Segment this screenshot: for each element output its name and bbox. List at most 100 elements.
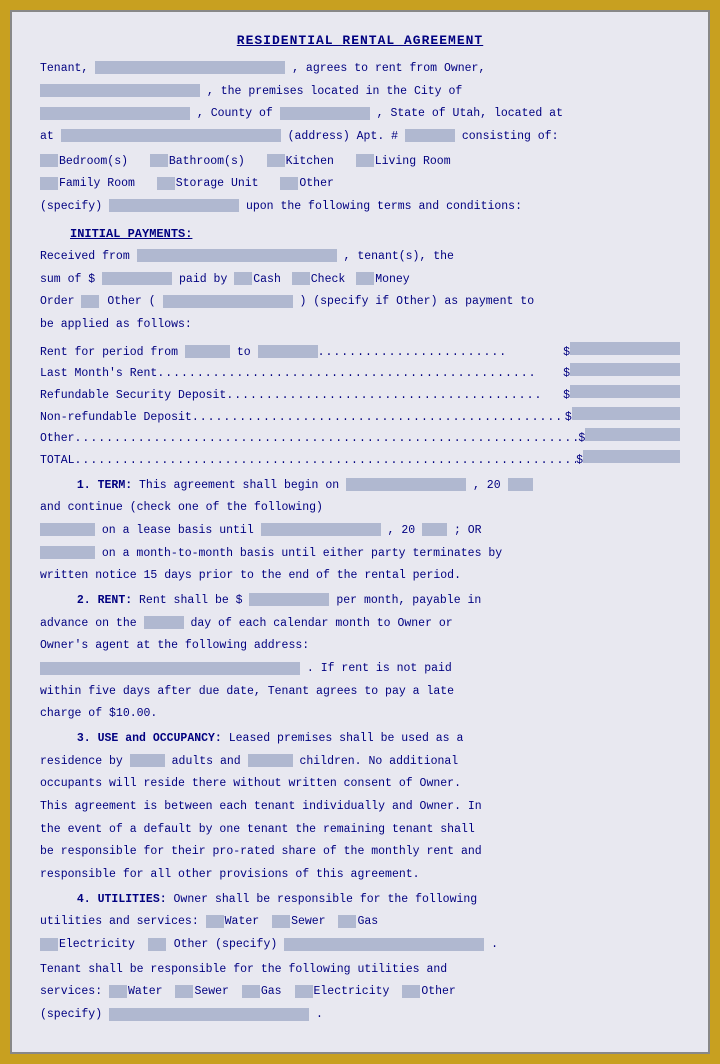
rent-line5: within five days after due date, Tenant … bbox=[40, 684, 680, 701]
rent-line3: Owner's agent at the following address: bbox=[40, 638, 680, 655]
following-terms: upon the following terms and conditions: bbox=[246, 200, 522, 213]
water1-checkbox[interactable] bbox=[206, 915, 224, 928]
last-months-input[interactable] bbox=[570, 363, 680, 376]
electricity2-checkbox[interactable] bbox=[295, 985, 313, 998]
sewer1-label: Sewer bbox=[291, 915, 326, 928]
storage-checkbox[interactable] bbox=[157, 177, 175, 190]
other-utilities1-input[interactable] bbox=[284, 938, 484, 951]
tenant-name-input[interactable] bbox=[95, 61, 285, 74]
rent-amount-input[interactable] bbox=[570, 342, 680, 355]
dots2: ........................................… bbox=[157, 366, 563, 383]
owner-address-input[interactable] bbox=[40, 662, 300, 675]
utilities-section: 4. UTILITIES: Owner shall be responsible… bbox=[40, 892, 680, 954]
per-month-label: per month, payable in bbox=[336, 594, 481, 607]
tenant-util-line3: (specify) . bbox=[40, 1007, 680, 1024]
other-utilities1-checkbox[interactable] bbox=[148, 938, 166, 951]
tenant-received-input[interactable] bbox=[137, 249, 337, 262]
sewer2-label: Sewer bbox=[194, 985, 229, 998]
bathroom-label: Bathroom(s) bbox=[169, 155, 245, 168]
tenants-label: , tenant(s), the bbox=[344, 250, 454, 263]
children-input[interactable] bbox=[248, 754, 293, 767]
rent-line4: . If rent is not paid bbox=[40, 661, 680, 678]
term-section: 1. TERM: This agreement shall begin on ,… bbox=[40, 478, 680, 585]
rent-period-row: Rent for period from to ................… bbox=[40, 342, 680, 362]
sewer1-checkbox[interactable] bbox=[272, 915, 290, 928]
lease-until-input[interactable] bbox=[261, 523, 381, 536]
received-label: Received from bbox=[40, 250, 130, 263]
use-heading: 3. USE and OCCUPANCY: bbox=[77, 732, 222, 745]
day-input[interactable] bbox=[144, 616, 184, 629]
address-input[interactable] bbox=[61, 129, 281, 142]
sum-input[interactable] bbox=[102, 272, 172, 285]
rental-agreement-page: RESIDENTIAL RENTAL AGREEMENT Tenant, , a… bbox=[10, 10, 710, 1054]
or-text: ; OR bbox=[454, 524, 482, 537]
lease-basis-label: on a lease basis until bbox=[102, 524, 254, 537]
other2-tenant-label: Other bbox=[421, 985, 456, 998]
city-line: , County of , State of Utah, located at bbox=[40, 106, 680, 123]
rent-heading: 2. RENT: bbox=[77, 594, 132, 607]
owner-name-input[interactable] bbox=[40, 84, 200, 97]
county-input[interactable] bbox=[280, 107, 370, 120]
other-specify-input[interactable] bbox=[109, 199, 239, 212]
sewer2-checkbox[interactable] bbox=[175, 985, 193, 998]
tenant-util-line1: Tenant shall be responsible for the foll… bbox=[40, 962, 680, 979]
use-line4: This agreement is between each tenant in… bbox=[40, 799, 680, 816]
sum-label: sum of $ bbox=[40, 273, 95, 286]
security-input[interactable] bbox=[570, 385, 680, 398]
lease-year-input[interactable] bbox=[422, 523, 447, 536]
received-section: Received from , tenant(s), the sum of $ … bbox=[40, 249, 680, 334]
family-room-checkbox[interactable] bbox=[40, 177, 58, 190]
electricity1-checkbox[interactable] bbox=[40, 938, 58, 951]
term-begin-input[interactable] bbox=[346, 478, 466, 491]
other-checkbox[interactable] bbox=[280, 177, 298, 190]
living-room-checkbox[interactable] bbox=[356, 154, 374, 167]
total-dollar: $ bbox=[576, 453, 583, 470]
rent-section: 2. RENT: Rent shall be $ per month, paya… bbox=[40, 593, 680, 723]
order-line: Order Other ( ) (specify if Other) as pa… bbox=[40, 294, 680, 311]
electricity2-label: Electricity bbox=[314, 985, 390, 998]
rent-dollar: $ bbox=[563, 345, 570, 362]
money-checkbox[interactable] bbox=[356, 272, 374, 285]
premises-line: , the premises located in the City of bbox=[40, 84, 680, 101]
lease-check-input[interactable] bbox=[40, 523, 95, 536]
security-dollar: $ bbox=[563, 388, 570, 405]
month-check-input[interactable] bbox=[40, 546, 95, 559]
dots4: ........................................… bbox=[192, 410, 565, 427]
kitchen-checkbox[interactable] bbox=[267, 154, 285, 167]
initial-payments-heading: INITIAL PAYMENTS: bbox=[70, 226, 680, 243]
other-payment-checkbox[interactable] bbox=[81, 295, 99, 308]
water2-label: Water bbox=[128, 985, 163, 998]
other-payment-input[interactable] bbox=[163, 295, 293, 308]
check-checkbox[interactable] bbox=[292, 272, 310, 285]
total-label: TOTAL bbox=[40, 453, 75, 470]
utilities-text: Owner shall be responsible for the follo… bbox=[174, 893, 478, 906]
use-line3: occupants will reside there without writ… bbox=[40, 776, 680, 793]
rent-line1: 2. RENT: Rent shall be $ per month, paya… bbox=[40, 593, 680, 610]
rent-period-label: Rent for period from to bbox=[40, 345, 318, 362]
total-input[interactable] bbox=[583, 450, 680, 463]
non-refundable-row: Non-refundable Deposit .................… bbox=[40, 407, 680, 427]
other2-checkbox[interactable] bbox=[402, 985, 420, 998]
other-row-input[interactable] bbox=[585, 428, 680, 441]
non-refundable-input[interactable] bbox=[572, 407, 680, 420]
other2-label: Other ( bbox=[107, 295, 155, 308]
adults-input[interactable] bbox=[130, 754, 165, 767]
use-text: Leased premises shall be used as a bbox=[229, 732, 464, 745]
rent-amount2-input[interactable] bbox=[249, 593, 329, 606]
bedroom-checkbox[interactable] bbox=[40, 154, 58, 167]
tenant-other-specify-input[interactable] bbox=[109, 1008, 309, 1021]
term-year-input[interactable] bbox=[508, 478, 533, 491]
cash-checkbox[interactable] bbox=[234, 272, 252, 285]
gas1-label: Gas bbox=[357, 915, 378, 928]
gas1-checkbox[interactable] bbox=[338, 915, 356, 928]
apt-input[interactable] bbox=[405, 129, 455, 142]
bathroom-checkbox[interactable] bbox=[150, 154, 168, 167]
security-label: Refundable Security Deposit bbox=[40, 388, 226, 405]
other-row-label: Other bbox=[40, 431, 75, 448]
rent-to-input[interactable] bbox=[258, 345, 318, 358]
rent-from-input[interactable] bbox=[185, 345, 230, 358]
gas2-checkbox[interactable] bbox=[242, 985, 260, 998]
water2-checkbox[interactable] bbox=[109, 985, 127, 998]
city-input[interactable] bbox=[40, 107, 190, 120]
tenant-util-line2: services: Water Sewer Gas Electricity Ot… bbox=[40, 984, 680, 1001]
